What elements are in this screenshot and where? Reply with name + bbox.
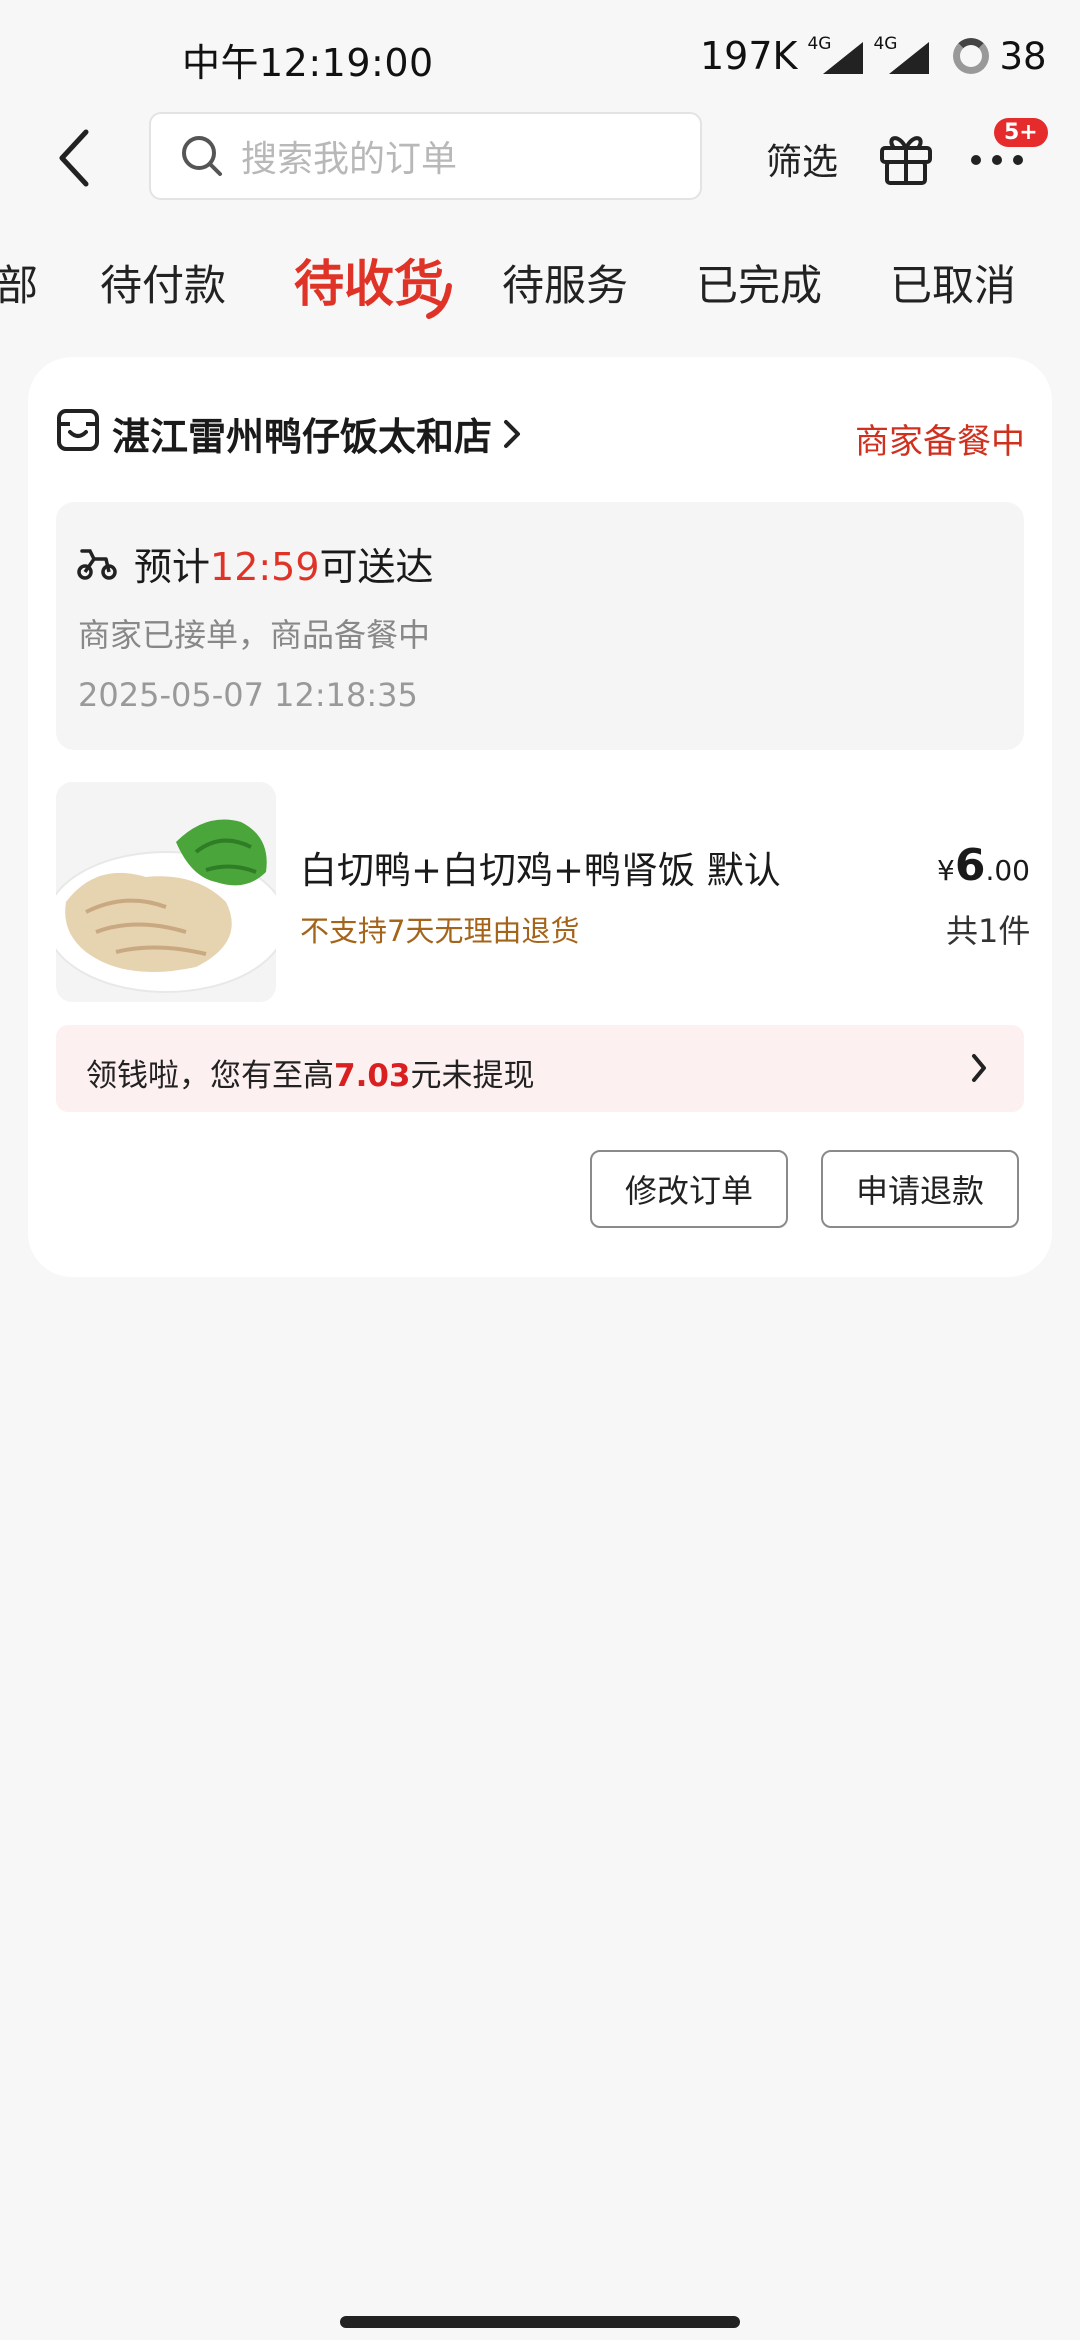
gift-icon[interactable] xyxy=(878,128,934,186)
status-time: 中午12:19:00 xyxy=(182,41,434,85)
promo-prefix: 领钱啦，您有至高 xyxy=(86,1058,334,1094)
eta-time: 12:59 xyxy=(210,545,320,589)
tab-pending-payment[interactable]: 待付款 xyxy=(100,252,226,313)
tab-all[interactable]: 部 xyxy=(0,252,38,313)
tab-pending-receipt[interactable]: 待收货 xyxy=(294,244,444,316)
shop-icon xyxy=(57,409,99,451)
order-progress: 商家已接单，商品备餐中 xyxy=(78,616,431,654)
price-integer: 6 xyxy=(954,840,986,891)
price-decimal: .00 xyxy=(985,854,1030,887)
signal-icon-2: 4G xyxy=(873,34,930,78)
item-quantity: 共1件 xyxy=(946,912,1031,950)
item-name[interactable]: 白切鸭+白切鸡+鸭肾饭 默认 xyxy=(300,840,781,894)
request-refund-button[interactable]: 申请退款 xyxy=(821,1150,1019,1228)
eta-prefix: 预计 xyxy=(134,545,211,589)
eta-suffix: 可送达 xyxy=(319,545,434,589)
active-tab-indicator xyxy=(426,283,452,319)
home-indicator[interactable] xyxy=(340,2316,740,2328)
search-icon xyxy=(182,136,222,176)
chevron-right-icon[interactable] xyxy=(970,1052,988,1084)
signal-icon: 4G xyxy=(807,34,864,78)
filter-button[interactable]: 筛选 xyxy=(766,133,838,185)
order-tabs: 部 待付款 待收货 待服务 已完成 已取消 xyxy=(0,240,1080,320)
shop-name[interactable]: 湛江雷州鸭仔饭太和店 xyxy=(112,406,492,461)
back-arrow-icon[interactable] xyxy=(54,126,94,190)
notification-badge: 5+ xyxy=(994,118,1048,147)
tab-completed[interactable]: 已完成 xyxy=(696,252,822,313)
order-status: 商家备餐中 xyxy=(855,422,1025,462)
search-input[interactable]: 搜索我的订单 xyxy=(149,112,702,200)
return-policy: 不支持7天无理由退货 xyxy=(300,914,580,948)
tab-pending-service[interactable]: 待服务 xyxy=(502,252,628,313)
promo-text[interactable]: 领钱啦，您有至高7.03元未提现 xyxy=(86,1050,535,1095)
price-symbol: ¥ xyxy=(937,854,955,887)
eta-line: 预计12:59可送达 xyxy=(134,536,434,591)
tab-cancelled[interactable]: 已取消 xyxy=(890,252,1016,313)
promo-suffix: 元未提现 xyxy=(410,1058,535,1094)
scooter-icon xyxy=(77,549,117,580)
chevron-right-icon[interactable] xyxy=(502,418,522,450)
item-price: ¥6.00 xyxy=(937,840,1030,891)
network-speed: 197K xyxy=(700,34,798,78)
order-timestamp: 2025-05-07 12:18:35 xyxy=(78,676,418,714)
modify-order-button[interactable]: 修改订单 xyxy=(590,1150,788,1228)
search-placeholder: 搜索我的订单 xyxy=(241,139,458,180)
promo-amount: 7.03 xyxy=(334,1058,411,1094)
status-right: 197K 4G 4G 38 xyxy=(700,30,1047,82)
battery-level: 38 xyxy=(999,34,1047,78)
food-image[interactable] xyxy=(56,782,276,1002)
battery-icon xyxy=(953,38,990,74)
